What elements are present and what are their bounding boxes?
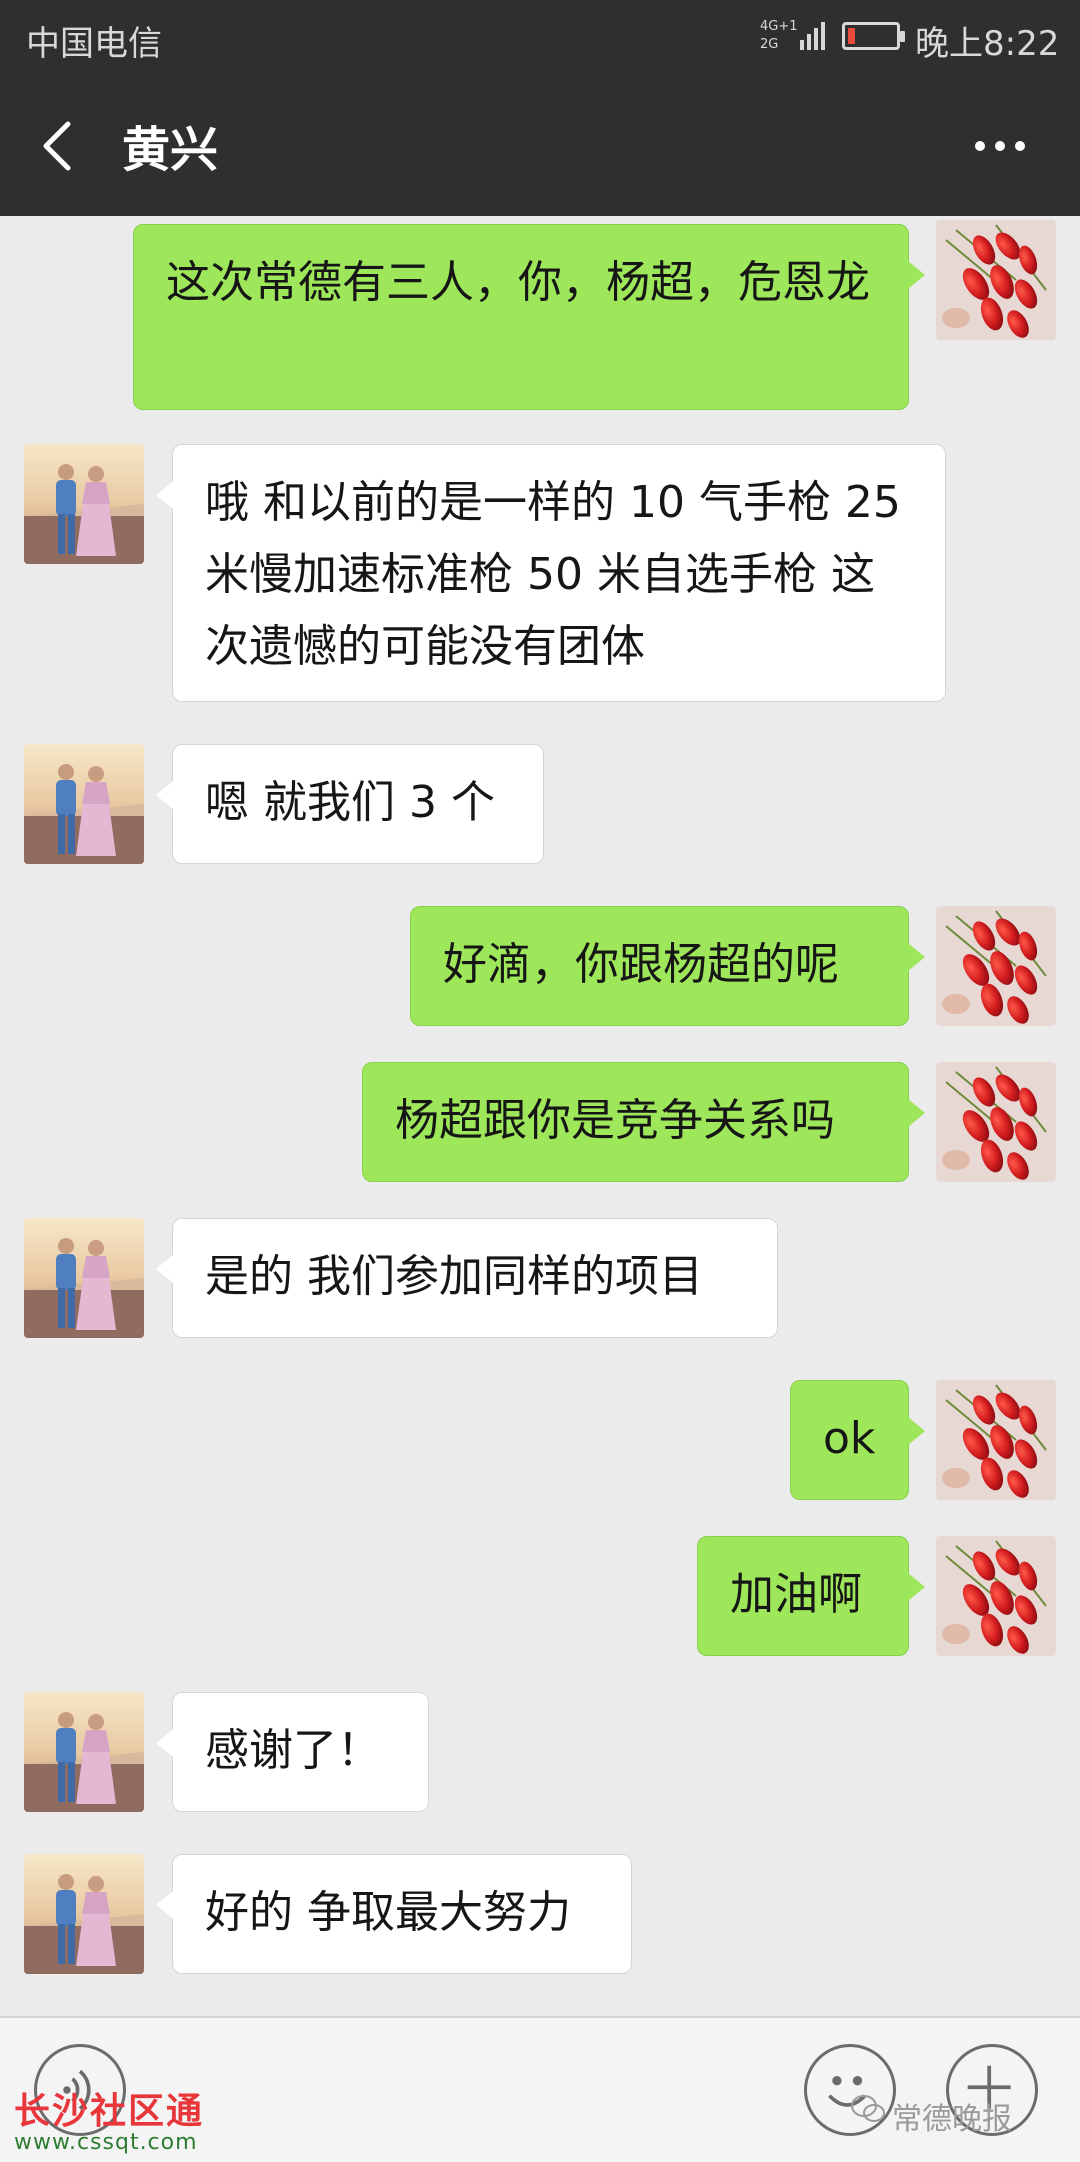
- message-bubble-incoming[interactable]: 感谢了！: [156, 1692, 429, 1812]
- message-bubble-outgoing[interactable]: 加油啊: [697, 1536, 925, 1656]
- message-text: 好的 争取最大努力: [205, 1887, 571, 1938]
- message-row-incoming: 是的 我们参加同样的项目: [0, 1218, 1080, 1340]
- message-row-outgoing: 加油啊: [0, 1536, 1080, 1658]
- chat-header: 黄兴: [0, 72, 1080, 216]
- status-bar: 中国电信 4G+1 2G 晚上8:22: [0, 0, 1080, 72]
- message-text: 感谢了！: [205, 1725, 381, 1776]
- message-row-incoming: 好的 争取最大努力: [0, 1854, 1080, 1976]
- contact-avatar[interactable]: [24, 1692, 144, 1812]
- message-text: 哦 和以前的是一样的 10 气手枪 25 米慢加速标准枪 50 米自选手枪 这次…: [205, 477, 901, 672]
- svg-text:4G+1: 4G+1: [760, 19, 798, 34]
- signal-icon: 4G+1 2G: [760, 19, 825, 52]
- message-bubble-incoming[interactable]: 嗯 就我们 3 个: [156, 744, 544, 864]
- message-text: 嗯 就我们 3 个: [205, 777, 495, 828]
- message-row-outgoing: ok: [0, 1380, 1080, 1502]
- message-text: ok: [823, 1413, 876, 1464]
- contact-avatar[interactable]: [24, 1854, 144, 1974]
- more-icon[interactable]: [960, 116, 1040, 176]
- contact-name: 黄兴: [122, 122, 219, 178]
- wechat-icon: [851, 2095, 885, 2122]
- back-arrow-icon[interactable]: [36, 116, 88, 176]
- my-avatar[interactable]: [936, 906, 1056, 1026]
- message-bubble-incoming[interactable]: 哦 和以前的是一样的 10 气手枪 25 米慢加速标准枪 50 米自选手枪 这次…: [156, 444, 946, 702]
- message-text: 加油啊: [730, 1569, 862, 1620]
- message-bubble-outgoing[interactable]: 这次常德有三人，你，杨超，危恩龙: [133, 224, 925, 410]
- watermark-url: www.cssqt.com: [14, 2130, 198, 2155]
- battery-icon: [842, 22, 905, 50]
- svg-text:2G: 2G: [760, 37, 778, 52]
- message-row-incoming: 嗯 就我们 3 个: [0, 744, 1080, 866]
- clock: 晚上8:22: [915, 24, 1060, 64]
- message-row-incoming: 哦 和以前的是一样的 10 气手枪 25 米慢加速标准枪 50 米自选手枪 这次…: [0, 444, 1080, 704]
- message-bubble-outgoing[interactable]: ok: [790, 1380, 925, 1500]
- message-bubble-outgoing[interactable]: 杨超跟你是竞争关系吗: [362, 1062, 925, 1182]
- watermark-logo-text: 长沙社区通: [14, 2091, 205, 2132]
- message-text: 是的 我们参加同样的项目: [205, 1251, 703, 1302]
- contact-avatar[interactable]: [24, 1218, 144, 1338]
- message-row-outgoing: 好滴，你跟杨超的呢: [0, 906, 1080, 1028]
- message-bubble-outgoing[interactable]: 好滴，你跟杨超的呢: [410, 906, 925, 1026]
- message-row-outgoing: 杨超跟你是竞争关系吗: [0, 1062, 1080, 1184]
- contact-avatar[interactable]: [24, 744, 144, 864]
- message-bubble-incoming[interactable]: 好的 争取最大努力: [156, 1854, 632, 1974]
- chat-message-list[interactable]: 这次常德有三人，你，杨超，危恩龙 哦 和以前的是一样的 10 气手枪 25 米慢…: [0, 216, 1080, 2016]
- message-row-outgoing: 这次常德有三人，你，杨超，危恩龙: [0, 220, 1080, 410]
- message-text: 这次常德有三人，你，杨超，危恩龙: [166, 257, 870, 308]
- message-row-incoming: 感谢了！: [0, 1692, 1080, 1814]
- message-text: 好滴，你跟杨超的呢: [443, 939, 839, 990]
- message-text: 杨超跟你是竞争关系吗: [395, 1095, 835, 1146]
- my-avatar[interactable]: [936, 1536, 1056, 1656]
- contact-avatar[interactable]: [24, 444, 144, 564]
- watermark-source: 常德晚报: [892, 2102, 1012, 2137]
- watermark-logo: 长沙社区通 www.cssqt.com: [14, 2082, 204, 2155]
- my-avatar[interactable]: [936, 1380, 1056, 1500]
- message-bubble-incoming[interactable]: 是的 我们参加同样的项目: [156, 1218, 778, 1338]
- carrier-label: 中国电信: [26, 24, 162, 64]
- my-avatar[interactable]: [936, 1062, 1056, 1182]
- my-avatar[interactable]: [936, 220, 1056, 340]
